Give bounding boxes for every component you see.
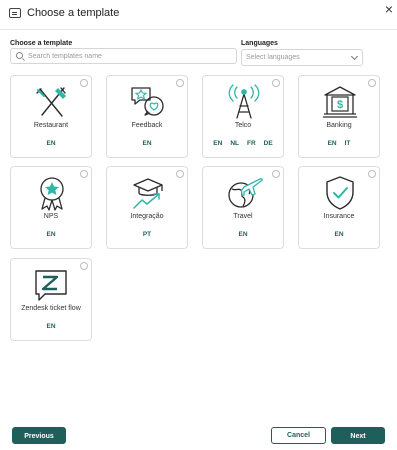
svg-text:$: $	[337, 99, 343, 111]
template-name: Telco	[234, 122, 252, 129]
template-radio[interactable]	[80, 170, 88, 178]
nps-icon	[40, 177, 64, 211]
language-tag: EN	[46, 323, 56, 330]
language-tag: EN	[142, 140, 152, 147]
language-tag: EN	[46, 231, 56, 238]
chevron-down-icon	[350, 52, 359, 61]
template-radio[interactable]	[176, 170, 184, 178]
template-radio[interactable]	[272, 170, 280, 178]
template-radio[interactable]	[368, 170, 376, 178]
modal-title: Choose a template	[27, 7, 120, 19]
travel-icon	[228, 178, 263, 208]
search-box[interactable]	[10, 48, 237, 64]
language-tag: EN	[213, 140, 223, 147]
template-name: Insurance	[323, 213, 355, 220]
language-tags: EN	[11, 323, 91, 330]
language-tags: EN	[107, 140, 187, 147]
template-card-restaurant[interactable]: Restaurant EN	[10, 75, 92, 158]
template-radio[interactable]	[176, 79, 184, 87]
language-tag: PT	[142, 231, 152, 238]
template-name: Restaurant	[33, 122, 69, 129]
language-tags: EN NL FR DE	[203, 140, 283, 147]
template-card-integracao[interactable]: Integração PT	[106, 166, 188, 249]
search-input[interactable]	[28, 50, 233, 62]
language-tag: DE	[263, 140, 273, 147]
template-card-banking[interactable]: $ Banking EN IT	[298, 75, 380, 158]
language-tags: EN	[11, 231, 91, 238]
template-radio[interactable]	[80, 262, 88, 270]
template-icon	[9, 8, 21, 18]
template-card-feedback[interactable]: Feedback EN	[106, 75, 188, 158]
template-card-zendesk-ticket-flow[interactable]: Zendesk ticket flow EN	[10, 258, 92, 341]
zendesk-icon	[35, 270, 67, 301]
bank-icon: $	[323, 86, 357, 118]
languages-select[interactable]: Select languages	[241, 49, 363, 66]
language-tag: EN	[238, 231, 248, 238]
template-name: NPS	[43, 213, 59, 220]
template-name: Travel	[233, 213, 253, 220]
modal-header: Choose a template ×	[0, 0, 397, 28]
integration-icon	[133, 178, 163, 209]
next-button[interactable]: Next	[331, 427, 385, 444]
languages-label: Languages	[241, 40, 278, 47]
template-name: Banking	[326, 122, 352, 129]
languages-placeholder: Select languages	[246, 54, 300, 61]
template-card-insurance[interactable]: Insurance EN	[298, 166, 380, 249]
language-tags: PT	[107, 231, 187, 238]
close-icon[interactable]: ×	[385, 1, 393, 17]
language-tag: EN	[334, 231, 344, 238]
template-name: Zendesk ticket flow	[21, 305, 81, 312]
template-radio[interactable]	[272, 79, 280, 87]
template-name: Feedback	[131, 122, 163, 129]
insurance-icon	[326, 176, 354, 210]
template-card-telco[interactable]: Telco EN NL FR DE	[202, 75, 284, 158]
template-name: Integração	[130, 213, 164, 220]
template-radio[interactable]	[80, 79, 88, 87]
restaurant-icon	[36, 87, 66, 117]
language-tags: EN	[203, 231, 283, 238]
template-card-travel[interactable]: Travel EN	[202, 166, 284, 249]
language-tag: FR	[247, 140, 256, 147]
template-card-nps[interactable]: NPS EN	[10, 166, 92, 249]
language-tags: EN IT	[299, 140, 379, 147]
language-tags: EN	[299, 231, 379, 238]
telco-icon	[228, 84, 260, 119]
previous-button[interactable]: Previous	[12, 427, 66, 444]
language-tags: EN	[11, 140, 91, 147]
cancel-button[interactable]: Cancel	[271, 427, 326, 444]
feedback-icon	[131, 87, 164, 116]
header-divider	[0, 29, 397, 30]
language-tag: IT	[344, 140, 351, 147]
template-search-label: Choose a template	[10, 40, 73, 47]
search-icon	[16, 52, 23, 59]
language-tag: EN	[46, 140, 56, 147]
template-radio[interactable]	[368, 79, 376, 87]
language-tag: EN	[327, 140, 337, 147]
language-tag: NL	[230, 140, 239, 147]
